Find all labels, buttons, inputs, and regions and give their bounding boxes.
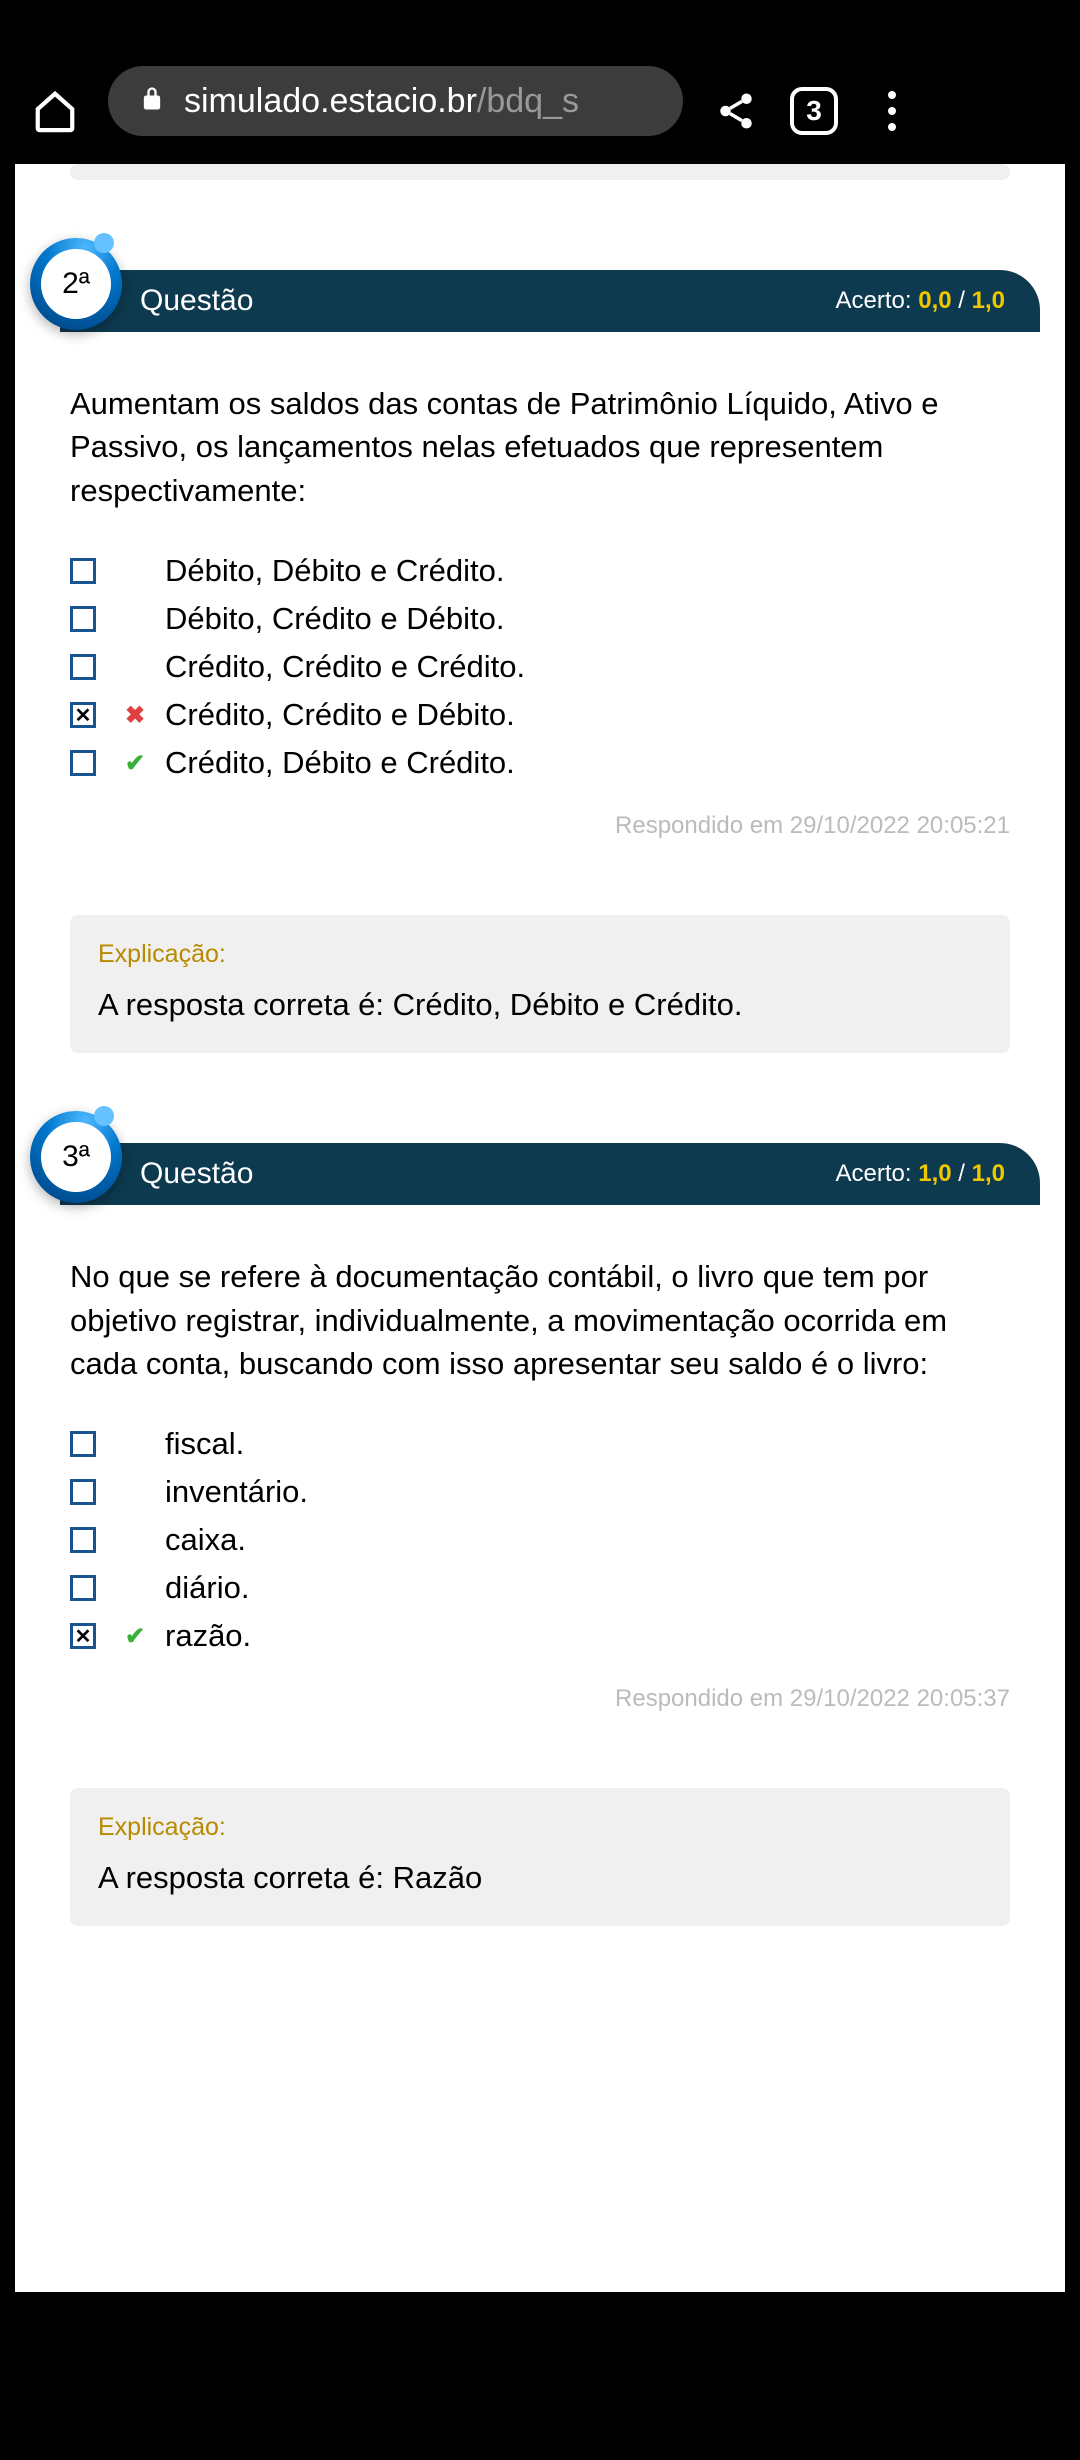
tabs-button[interactable]: 3 [789, 86, 839, 136]
option-label: Crédito, Crédito e Crédito. [165, 649, 525, 685]
options-list: Débito, Débito e Crédito. Débito, Crédit… [15, 547, 1065, 787]
score-separator: / [958, 287, 971, 314]
checkbox-icon [70, 1575, 96, 1601]
page-content: 2ª Questão Acerto: 0,0 / 1,0 Aumentam os… [15, 164, 1065, 2292]
answered-timestamp: Respondido em 29/10/2022 20:05:21 [15, 787, 1065, 840]
wrong-icon: ✖ [125, 701, 145, 730]
score-total: 1,0 [972, 1160, 1005, 1187]
question-number-badge: 3ª [30, 1111, 122, 1203]
question-score: Acerto: 0,0 / 1,0 [836, 287, 1005, 315]
checkbox-icon [70, 1527, 96, 1553]
explanation-label: Explicação: [98, 1813, 982, 1842]
score-label: Acerto: [836, 1160, 912, 1187]
option-label: Crédito, Débito e Crédito. [165, 745, 515, 781]
option-label: diário. [165, 1570, 249, 1606]
option-row[interactable]: caixa. [70, 1516, 1010, 1564]
question-score: Acerto: 1,0 / 1,0 [836, 1160, 1005, 1188]
score-label: Acerto: [836, 287, 912, 314]
option-label: Débito, Crédito e Débito. [165, 601, 504, 637]
checkbox-icon [70, 654, 96, 680]
question-title: Questão [140, 1157, 253, 1191]
answered-timestamp: Respondido em 29/10/2022 20:05:37 [15, 1660, 1065, 1713]
lock-icon [138, 85, 166, 118]
score-total: 1,0 [972, 287, 1005, 314]
option-row[interactable]: Crédito, Crédito e Crédito. [70, 643, 1010, 691]
option-label: Débito, Débito e Crédito. [165, 553, 504, 589]
question-header: Questão Acerto: 0,0 / 1,0 [60, 270, 1040, 332]
question-number-badge: 2ª [30, 238, 122, 330]
question-text: No que se refere à documentação contábil… [15, 1205, 1065, 1420]
checkbox-icon [70, 1431, 96, 1457]
result-indicator: ✔ [125, 1622, 165, 1651]
option-label: razão. [165, 1618, 251, 1654]
question-block: 3ª Questão Acerto: 1,0 / 1,0 No que se r… [15, 1143, 1065, 1926]
explanation-label: Explicação: [98, 940, 982, 969]
browser-bar: simulado.estacio.br/bdq_s 3 [0, 0, 1080, 164]
question-number: 2ª [41, 249, 111, 319]
question-number: 3ª [41, 1122, 111, 1192]
checkbox-icon [70, 750, 96, 776]
option-row[interactable]: fiscal. [70, 1420, 1010, 1468]
result-indicator: ✔ [125, 749, 165, 778]
share-icon[interactable] [711, 86, 761, 136]
checkbox-checked-icon: ✕ [70, 1623, 96, 1649]
option-label: inventário. [165, 1474, 308, 1510]
option-row[interactable]: Débito, Crédito e Débito. [70, 595, 1010, 643]
question-text: Aumentam os saldos das contas de Patrimô… [15, 332, 1065, 547]
correct-icon: ✔ [125, 1622, 145, 1651]
score-separator: / [958, 1160, 971, 1187]
option-row[interactable]: Débito, Débito e Crédito. [70, 547, 1010, 595]
explanation-text: A resposta correta é: Crédito, Débito e … [98, 987, 982, 1023]
url-bar[interactable]: simulado.estacio.br/bdq_s [108, 66, 683, 136]
option-row[interactable]: inventário. [70, 1468, 1010, 1516]
option-label: fiscal. [165, 1426, 244, 1462]
correct-icon: ✔ [125, 749, 145, 778]
checkbox-icon [70, 606, 96, 632]
options-list: fiscal. inventário. caixa. diário. ✕ ✔ r… [15, 1420, 1065, 1660]
option-row[interactable]: ✕ ✔ razão. [70, 1612, 1010, 1660]
result-indicator: ✖ [125, 701, 165, 730]
option-label: caixa. [165, 1522, 246, 1558]
explanation-text: A resposta correta é: Razão [98, 1860, 982, 1896]
previous-explanation-tail [70, 164, 1010, 180]
tab-count-box: 3 [790, 87, 838, 135]
checkbox-checked-icon: ✕ [70, 702, 96, 728]
url-text: simulado.estacio.br/bdq_s [184, 82, 579, 121]
option-row[interactable]: diário. [70, 1564, 1010, 1612]
option-row[interactable]: ✔ Crédito, Débito e Crédito. [70, 739, 1010, 787]
question-header: Questão Acerto: 1,0 / 1,0 [60, 1143, 1040, 1205]
system-nav-bar [0, 2292, 1080, 2460]
checkbox-icon [70, 1479, 96, 1505]
score-earned: 1,0 [918, 1160, 951, 1187]
question-block: 2ª Questão Acerto: 0,0 / 1,0 Aumentam os… [15, 270, 1065, 1053]
explanation-box: Explicação: A resposta correta é: Crédit… [70, 915, 1010, 1053]
kebab-menu-icon[interactable] [867, 86, 917, 136]
score-earned: 0,0 [918, 287, 951, 314]
option-label: Crédito, Crédito e Débito. [165, 697, 515, 733]
home-icon[interactable] [30, 86, 80, 136]
tab-count: 3 [806, 95, 822, 127]
explanation-box: Explicação: A resposta correta é: Razão [70, 1788, 1010, 1926]
checkbox-icon [70, 558, 96, 584]
question-title: Questão [140, 284, 253, 318]
option-row[interactable]: ✕ ✖ Crédito, Crédito e Débito. [70, 691, 1010, 739]
